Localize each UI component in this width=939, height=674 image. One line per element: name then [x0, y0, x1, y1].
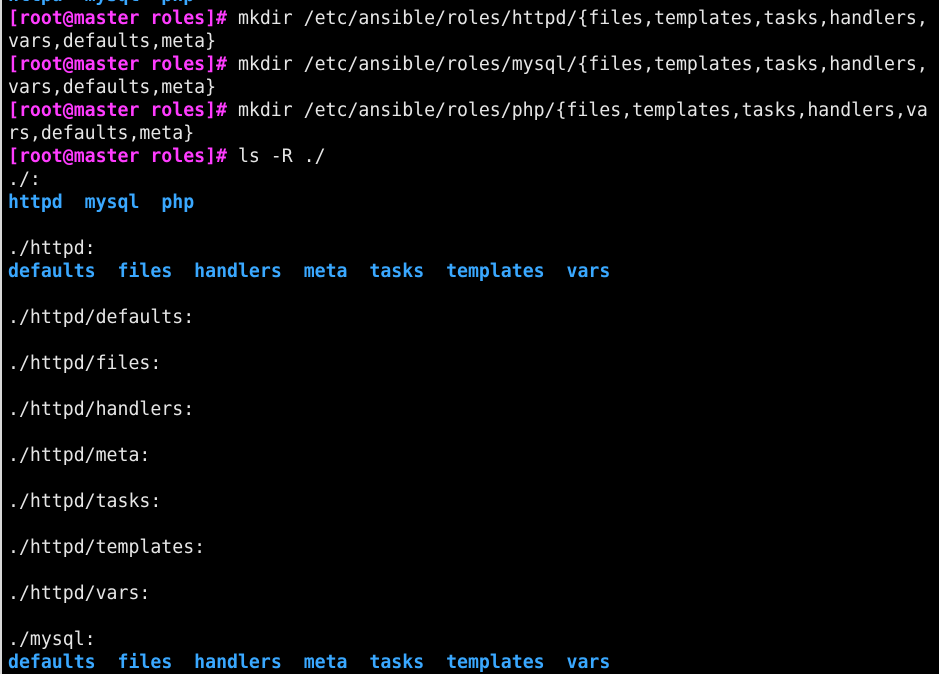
directory-name: handlers — [194, 652, 282, 673]
directory-name: httpd mysql php — [8, 0, 194, 6]
output-text: mkdir /etc/ansible/roles/mysql/{files,te… — [227, 54, 928, 75]
directory-name: vars — [566, 261, 611, 282]
directory-name: tasks — [369, 652, 425, 673]
terminal-line: ./httpd/vars: — [8, 582, 928, 605]
shell-prompt: [root@master roles]# — [8, 146, 227, 167]
directory-name: templates — [446, 261, 545, 282]
directory-name: templates — [446, 652, 545, 673]
output-text: ./: — [8, 169, 41, 190]
directory-name: files — [117, 652, 173, 673]
terminal-line: ./: — [8, 168, 928, 191]
terminal-line: httpd mysql php — [8, 191, 928, 214]
directory-name: tasks — [369, 261, 425, 282]
output-text: ./httpd/files: — [8, 353, 162, 374]
output-text: ./httpd/vars: — [8, 583, 151, 604]
terminal-line: [root@master roles]# ls -R ./ — [8, 145, 928, 168]
terminal-line: ./httpd/meta: — [8, 444, 928, 467]
output-text: ./httpd: — [8, 238, 96, 259]
terminal-line: httpd mysql php — [8, 0, 928, 7]
terminal-line: [root@master roles]# mkdir /etc/ansible/… — [8, 7, 928, 30]
output-text: ls -R ./ — [227, 146, 326, 167]
output-text: ./httpd/meta: — [8, 445, 151, 466]
terminal-line: defaults files handlers meta tasks templ… — [8, 651, 928, 674]
terminal-line: ./httpd/tasks: — [8, 490, 928, 513]
terminal-line: rs,defaults,meta} — [8, 122, 928, 145]
terminal-line: [root@master roles]# mkdir /etc/ansible/… — [8, 99, 928, 122]
output-text: mkdir /etc/ansible/roles/httpd/{files,te… — [227, 8, 928, 29]
directory-name: defaults — [8, 652, 96, 673]
output-text: vars,defaults,meta} — [8, 31, 217, 52]
shell-prompt: [root@master roles]# — [8, 100, 227, 121]
shell-prompt: [root@master roles]# — [8, 8, 227, 29]
directory-name: mysql — [84, 192, 140, 213]
directory-name: vars — [566, 652, 611, 673]
directory-name: php — [161, 192, 195, 213]
directory-name: handlers — [194, 261, 282, 282]
terminal-line: ./httpd/files: — [8, 352, 928, 375]
directory-name: meta — [303, 652, 348, 673]
directory-name: files — [117, 261, 173, 282]
directory-name: meta — [303, 261, 348, 282]
output-text: ./httpd/tasks: — [8, 491, 162, 512]
shell-prompt: [root@master roles]# — [8, 54, 227, 75]
terminal-line: vars,defaults,meta} — [8, 76, 928, 99]
output-text: vars,defaults,meta} — [8, 77, 217, 98]
terminal-line: [root@master roles]# mkdir /etc/ansible/… — [8, 53, 928, 76]
terminal-line: ./httpd/templates: — [8, 536, 928, 559]
terminal-line: ./mysql: — [8, 628, 928, 651]
terminal-line: ./httpd/handlers: — [8, 398, 928, 421]
output-text: rs,defaults,meta} — [8, 123, 195, 144]
terminal-line: defaults files handlers meta tasks templ… — [8, 260, 928, 283]
output-text: ./httpd/handlers: — [8, 399, 195, 420]
output-text: ./httpd/defaults: — [8, 307, 195, 328]
output-text: ./httpd/templates: — [8, 537, 206, 558]
output-text: ./mysql: — [8, 629, 96, 650]
terminal-line: vars,defaults,meta} — [8, 30, 928, 53]
terminal-line: ./httpd: — [8, 237, 928, 260]
directory-name: defaults — [8, 261, 96, 282]
output-text: mkdir /etc/ansible/roles/php/{files,temp… — [227, 100, 928, 121]
terminal-line: ./httpd/defaults: — [8, 306, 928, 329]
terminal-output[interactable]: httpd mysql php[root@master roles]# mkdi… — [8, 0, 928, 674]
directory-name: httpd — [8, 192, 63, 213]
